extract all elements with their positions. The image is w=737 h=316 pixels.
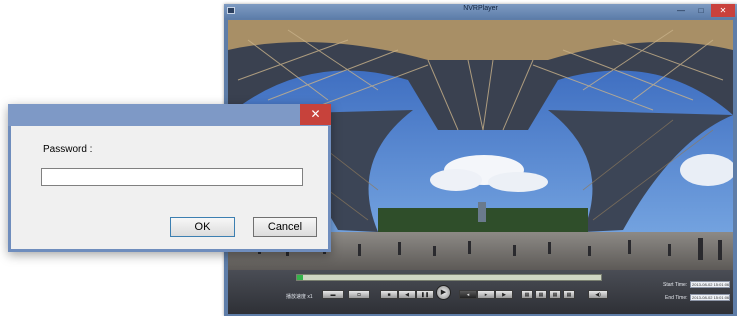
step-forward-icon: ▶ <box>502 292 506 298</box>
dialog-close-button[interactable]: ✕ <box>300 104 331 125</box>
layout-16-button[interactable]: ▦ <box>563 290 575 299</box>
speaker-icon: ◀) <box>595 292 601 298</box>
pause-icon: ❚❚ <box>420 292 430 298</box>
speed-label: 播放速度 x1 <box>286 294 313 300</box>
player-title-bar[interactable]: NVRPlayer — □ ✕ <box>224 4 737 18</box>
close-icon: ✕ <box>310 107 321 121</box>
grid-icon: ▦ <box>566 292 572 298</box>
pause-button[interactable]: ❚❚ <box>416 290 434 299</box>
play-button[interactable]: ▶ <box>436 285 451 300</box>
snapshot-button[interactable]: ▬ <box>322 290 344 299</box>
password-dialog: ✕ Password : OK Cancel <box>8 104 331 252</box>
cancel-button[interactable]: Cancel <box>253 217 317 237</box>
password-label: Password : <box>43 144 93 155</box>
player-close-button[interactable]: ✕ <box>711 4 735 17</box>
layout-1-button[interactable]: ▦ <box>521 290 533 299</box>
dialog-body: Password : OK Cancel <box>11 126 328 249</box>
playback-progress-fill <box>297 275 304 280</box>
grid-icon: ▦ <box>552 292 558 298</box>
playback-control-bar: 播放速度 x1 ▬ ◘ ■ ◀ ❚❚ ▶ ◂ ▸ ▶ ▦ ▦ ▦ ▦ ◀) St… <box>228 270 733 314</box>
fast-icon: ▸ <box>484 292 488 298</box>
end-time-label: End Time: <box>665 295 688 301</box>
record-button[interactable]: ◘ <box>348 290 370 299</box>
stop-icon: ■ <box>387 292 391 298</box>
volume-button[interactable]: ◀) <box>588 290 608 299</box>
end-time-field[interactable]: 2013-08-02 15:01:06 <box>690 294 730 301</box>
maximize-button[interactable]: □ <box>691 4 711 17</box>
fast-button[interactable]: ▸ <box>477 290 495 299</box>
grid-icon: ▦ <box>538 292 544 298</box>
layout-9-button[interactable]: ▦ <box>549 290 561 299</box>
record-icon: ◘ <box>357 292 361 298</box>
step-back-icon: ◀ <box>405 292 409 298</box>
start-time-field[interactable]: 2013-08-02 15:01:06 <box>690 281 730 288</box>
play-icon: ▶ <box>440 289 447 296</box>
snapshot-icon: ▬ <box>330 292 336 298</box>
layout-4-button[interactable]: ▦ <box>535 290 547 299</box>
step-back-button[interactable]: ◀ <box>398 290 416 299</box>
password-input[interactable] <box>41 168 303 186</box>
step-forward-button[interactable]: ▶ <box>495 290 513 299</box>
slow-button[interactable]: ◂ <box>459 290 477 299</box>
dialog-title-bar[interactable]: ✕ <box>8 104 331 126</box>
start-time-label: Start Time: <box>663 282 688 288</box>
minimize-button[interactable]: — <box>671 4 691 17</box>
grid-icon: ▦ <box>524 292 530 298</box>
player-title: NVRPlayer <box>463 5 498 12</box>
playback-progress-bar[interactable] <box>296 274 602 281</box>
ok-button[interactable]: OK <box>170 217 235 237</box>
slow-icon: ◂ <box>466 292 470 298</box>
stop-button[interactable]: ■ <box>380 290 398 299</box>
